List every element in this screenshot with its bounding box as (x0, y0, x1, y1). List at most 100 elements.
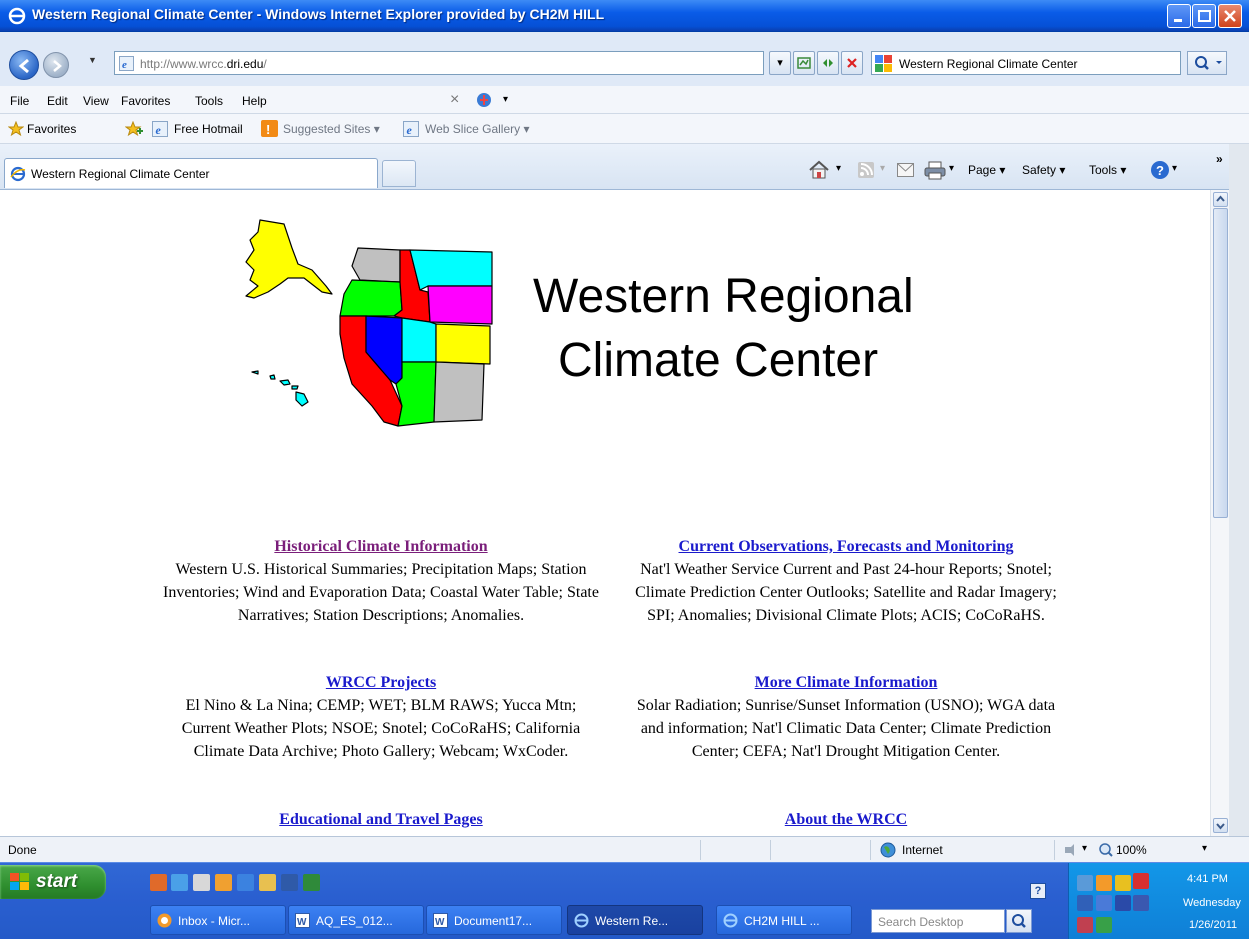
favorite-link-suggested-sites[interactable]: Suggested Sites ▾ (283, 122, 380, 136)
refresh-icon (823, 59, 833, 67)
help-icon[interactable]: ? (1150, 160, 1170, 180)
map-hawaii-4 (291, 385, 299, 390)
menu-edit[interactable]: Edit (47, 94, 68, 108)
recent-pages-dropdown-icon[interactable]: ▼ (88, 55, 97, 65)
favorite-link-hotmail[interactable]: Free Hotmail (174, 122, 243, 136)
outlook-icon (157, 913, 172, 928)
quicklaunch-messenger-icon[interactable] (215, 874, 232, 891)
link-about-the-wrcc[interactable]: About the WRCC (785, 811, 907, 828)
refresh-button[interactable] (817, 51, 839, 75)
back-button[interactable] (9, 50, 39, 80)
tray-printer-icon[interactable] (1077, 895, 1093, 911)
favorites-button[interactable]: Favorites (27, 122, 76, 136)
chevron-down-icon[interactable]: ▾ (1202, 843, 1207, 854)
menu-tools[interactable]: Tools (195, 94, 223, 108)
stop-button[interactable] (841, 51, 863, 75)
link-more-climate-information[interactable]: More Climate Information (755, 674, 938, 691)
tray-warning-icon[interactable] (1115, 875, 1131, 891)
map-alaska (245, 219, 333, 299)
maximize-button[interactable] (1192, 4, 1216, 28)
quicklaunch-word-icon[interactable] (281, 874, 298, 891)
menu-file[interactable]: File (10, 94, 29, 108)
feeds-icon[interactable] (858, 162, 874, 178)
menu-view[interactable]: View (83, 94, 109, 108)
scroll-down-button[interactable] (1213, 818, 1228, 833)
new-tab-button[interactable] (382, 160, 416, 187)
taskbar-button-label: Western Re... (595, 914, 669, 928)
home-icon[interactable] (808, 160, 830, 180)
zoom-level[interactable]: 100% (1116, 843, 1147, 857)
quicklaunch-outlook-icon[interactable] (150, 874, 167, 891)
link-historical-climate-information[interactable]: Historical Climate Information (274, 538, 487, 555)
tray-update-icon[interactable] (1096, 917, 1112, 933)
page-menu-button[interactable]: Page ▾ (968, 163, 1005, 177)
search-field[interactable]: Western Regional Climate Center (871, 51, 1181, 75)
ie-icon (723, 913, 738, 928)
scroll-up-button[interactable] (1213, 192, 1228, 207)
taskbar-button-aq-es[interactable]: W AQ_ES_012... (288, 905, 424, 935)
add-favorite-icon[interactable] (125, 121, 143, 137)
system-tray: 4:41 PM Wednesday 1/26/2011 (1068, 863, 1249, 939)
address-dropdown-button[interactable]: ▾ (769, 51, 791, 75)
windows-taskbar: start Inbox - Micr... W AQ_ES_012... W D… (0, 862, 1249, 939)
clock-time[interactable]: 4:41 PM (1187, 873, 1228, 885)
chevron-down-icon[interactable]: ▾ (1172, 163, 1177, 174)
desktop-search-input[interactable]: Search Desktop (871, 909, 1005, 933)
chevron-down-icon[interactable]: ▾ (949, 163, 954, 174)
chevron-down-icon[interactable]: ▾ (503, 94, 508, 105)
safety-menu-button[interactable]: Safety ▾ (1022, 163, 1065, 177)
minimize-button[interactable] (1167, 4, 1191, 28)
taskbar-button-document17[interactable]: W Document17... (426, 905, 562, 935)
read-mail-icon[interactable] (897, 163, 914, 177)
favorite-link-web-slice-gallery[interactable]: Web Slice Gallery ▾ (425, 122, 530, 136)
quicklaunch-calculator-icon[interactable] (193, 874, 210, 891)
search-button[interactable] (1187, 51, 1227, 75)
link-educational-and-travel-pages[interactable]: Educational and Travel Pages (279, 811, 482, 828)
taskbar-button-ch2m-hill[interactable]: CH2M HILL ... (716, 905, 852, 935)
quicklaunch-ie-icon[interactable] (171, 874, 188, 891)
close-toolbar-icon[interactable]: × (450, 91, 459, 109)
minimize-icon (1174, 19, 1182, 22)
favorites-bar: Favorites e Free Hotmail ! Suggested Sit… (0, 114, 1249, 144)
quicklaunch-excel-icon[interactable] (303, 874, 320, 891)
tray-display-icon[interactable] (1096, 895, 1112, 911)
tray-outlook-icon[interactable] (1096, 875, 1112, 891)
taskbar-button-western-regional[interactable]: Western Re... (567, 905, 703, 935)
start-button[interactable]: start (0, 865, 106, 899)
chevron-down-icon[interactable]: ▾ (836, 163, 841, 174)
svg-text:e: e (156, 123, 162, 137)
tab-western-regional-climate-center[interactable]: Western Regional Climate Center (4, 158, 378, 188)
protected-mode-icon[interactable] (1062, 843, 1080, 857)
window-title-bar[interactable]: Western Regional Climate Center - Window… (0, 0, 1249, 32)
quicklaunch-folder-icon[interactable] (259, 874, 276, 891)
vertical-scrollbar[interactable] (1210, 190, 1229, 836)
map-arizona (395, 361, 437, 427)
tray-connection-icon[interactable] (1115, 895, 1131, 911)
close-button[interactable] (1218, 4, 1242, 28)
compatibility-view-button[interactable] (793, 51, 815, 75)
address-field[interactable]: e http://www.wrcc.dri.edu/ (114, 51, 764, 75)
link-wrcc-projects[interactable]: WRCC Projects (326, 674, 436, 691)
tray-alert-icon[interactable] (1133, 873, 1149, 889)
help-tray-icon[interactable]: ? (1030, 883, 1046, 899)
link-current-observations[interactable]: Current Observations, Forecasts and Moni… (679, 538, 1014, 555)
tools-menu-button[interactable]: Tools ▾ (1089, 163, 1126, 177)
print-icon[interactable] (924, 160, 946, 180)
tray-network-icon[interactable] (1077, 875, 1093, 891)
chevron-down-icon[interactable]: ▾ (1082, 843, 1087, 854)
desktop-search-button[interactable] (1006, 909, 1032, 933)
scrollbar-thumb[interactable] (1213, 208, 1228, 518)
forward-button[interactable] (43, 52, 69, 78)
maximize-icon (1198, 10, 1211, 22)
ie-logo-icon (8, 7, 26, 25)
desktop-search-placeholder: Search Desktop (878, 915, 964, 929)
toolbar-overflow-icon[interactable]: » (1216, 152, 1223, 166)
tray-security-icon[interactable] (1077, 917, 1093, 933)
menu-help[interactable]: Help (242, 94, 267, 108)
tray-volume-icon[interactable] (1133, 895, 1149, 911)
menu-favorites[interactable]: Favorites (121, 94, 170, 108)
chevron-down-icon[interactable]: ▾ (880, 163, 885, 174)
taskbar-button-inbox[interactable]: Inbox - Micr... (150, 905, 286, 935)
quicklaunch-browser-icon[interactable] (237, 874, 254, 891)
translate-icon[interactable] (476, 92, 492, 108)
